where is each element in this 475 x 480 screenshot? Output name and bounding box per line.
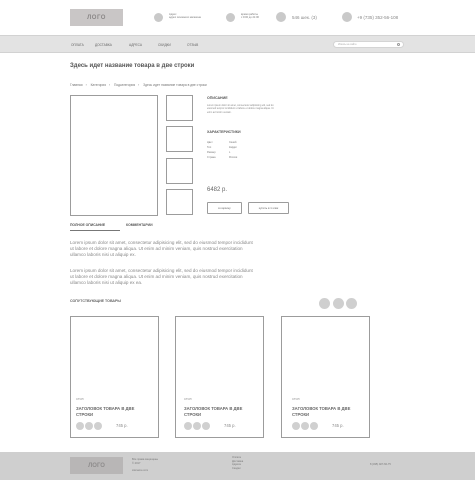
carousel-dot[interactable] <box>319 298 330 309</box>
breadcrumb-category[interactable]: Категория <box>91 83 106 87</box>
color-swatch[interactable] <box>94 422 102 430</box>
description-title: ОПИСАНИЕ <box>207 96 228 100</box>
card-price: 745 р. <box>332 423 344 428</box>
add-to-cart-button[interactable]: в корзину <box>207 202 242 214</box>
product-thumbnail[interactable] <box>166 158 193 184</box>
nav-item-discounts[interactable]: СКИДКИ <box>158 43 171 47</box>
characteristic-row: Страна Россия <box>207 156 237 159</box>
card-price: 745 р. <box>224 423 236 428</box>
product-thumbnail[interactable] <box>166 189 193 215</box>
color-swatch[interactable] <box>202 422 210 430</box>
search-icon[interactable] <box>397 43 400 47</box>
characteristic-value: Кардиг <box>229 146 237 149</box>
description-text: Lorem ipsum dolor sit amet, consectetur … <box>207 104 274 114</box>
nav-item-reviews[interactable]: ОТЗЫВ <box>187 43 198 47</box>
location-icon <box>154 13 163 22</box>
product-card[interactable]: СТИЛ ЗАГОЛОВОК ТОВАРА В ДВЕ СТРОКИ 745 р… <box>175 316 264 438</box>
color-swatch[interactable] <box>301 422 309 430</box>
product-card[interactable]: СТИЛ ЗАГОЛОВОК ТОВАРА В ДВЕ СТРОКИ 745 р… <box>70 316 159 438</box>
active-tab-indicator <box>70 230 120 231</box>
full-description-paragraph: Lorem ipsum dolor sit amet, consectetur … <box>70 240 253 257</box>
cart-summary[interactable]: 546 шек. (3) <box>292 15 317 20</box>
color-swatch[interactable] <box>76 422 84 430</box>
product-thumbnail[interactable] <box>166 95 193 121</box>
search-placeholder: Искать на сайте <box>338 43 357 46</box>
card-title[interactable]: ЗАГОЛОВОК ТОВАРА В ДВЕ СТРОКИ <box>184 406 254 417</box>
color-swatch[interactable] <box>85 422 93 430</box>
cart-icon[interactable] <box>276 12 286 22</box>
characteristic-row: Размер L <box>207 151 230 154</box>
header-address: Адрес адрес основного магазина <box>169 13 201 20</box>
header: ЛОГО Адрес адрес основного магазина врем… <box>0 0 475 35</box>
product-thumbnail[interactable] <box>166 126 193 152</box>
footer-site[interactable]: sitename.com <box>132 469 148 473</box>
main-nav: ОПЛАТА ДОСТАВКА АДРЕСА СКИДКИ ОТЗЫВ Иска… <box>0 35 475 53</box>
address-value: адрес основного магазина <box>169 16 201 20</box>
header-hours: время работы с 9:00 до 21:00 <box>241 13 259 20</box>
characteristic-name: Страна <box>207 156 216 159</box>
nav-item-addresses[interactable]: АДРЕСА <box>129 43 142 47</box>
product-price: 6482 р. <box>207 187 228 193</box>
color-swatch[interactable] <box>193 422 201 430</box>
clock-icon <box>226 13 235 22</box>
full-description-paragraph: Lorem ipsum dolor sit amet, consectetur … <box>70 268 253 285</box>
card-brand: СТИЛ <box>184 397 192 401</box>
color-swatch[interactable] <box>184 422 192 430</box>
color-swatch[interactable] <box>292 422 300 430</box>
card-price: 745 р. <box>116 423 128 428</box>
characteristics-title: ХАРАКТЕРИСТИКИ <box>207 130 241 134</box>
copyright-year: © 2017 <box>132 461 141 465</box>
carousel-dot[interactable] <box>333 298 344 309</box>
characteristic-value: Россия <box>229 156 238 159</box>
logo[interactable]: ЛОГО <box>70 9 123 26</box>
characteristic-name: Размер <box>207 151 216 154</box>
card-title[interactable]: ЗАГОЛОВОК ТОВАРА В ДВЕ СТРОКИ <box>292 406 362 417</box>
characteristic-name: Тип <box>207 146 212 149</box>
footer-phone[interactable]: 8 (495) 927-60-75 <box>370 463 391 467</box>
characteristic-value: L <box>229 151 231 154</box>
breadcrumb-current: Здесь идет название товара в две строки <box>143 83 207 87</box>
breadcrumb: Главная › Категория › Подкатегория › Здесь … <box>70 83 207 87</box>
search-input[interactable]: Искать на сайте <box>333 41 404 48</box>
carousel-dot[interactable] <box>346 298 357 309</box>
footer-logo[interactable]: ЛОГО <box>70 457 123 474</box>
nav-item-payment[interactable]: ОПЛАТА <box>71 43 84 47</box>
card-brand: СТИЛ <box>76 397 84 401</box>
hours-value: с 9:00 до 21:00 <box>241 16 259 20</box>
related-products-title: СОПУТСТВУЮЩИЕ ТОВАРЫ <box>70 299 121 303</box>
footer: ЛОГО Все права защищены © 2017 sitename.… <box>0 452 475 480</box>
product-main-image[interactable] <box>70 95 158 216</box>
card-title[interactable]: ЗАГОЛОВОК ТОВАРА В ДВЕ СТРОКИ <box>76 406 146 417</box>
breadcrumb-subcategory[interactable]: Подкатегория <box>114 83 135 87</box>
card-brand: СТИЛ <box>292 397 300 401</box>
characteristic-name: Цвет <box>207 141 213 144</box>
footer-copyright: Все права защищены © 2017 <box>132 458 158 465</box>
header-phone[interactable]: +9 (735) 352-56-108 <box>357 15 398 20</box>
breadcrumb-home[interactable]: Главная <box>70 83 83 87</box>
footer-links: Оплата Доставка Адреса Скидки <box>232 456 243 470</box>
color-swatch[interactable] <box>310 422 318 430</box>
tab-full-description[interactable]: ПОЛНОЕ ОПИСАНИЕ <box>70 223 105 227</box>
characteristic-value: Синий <box>229 141 237 144</box>
phone-icon <box>342 12 352 22</box>
footer-link-discounts[interactable]: Скидки <box>232 467 243 471</box>
tab-comments[interactable]: КОММЕНТАРИИ <box>126 223 153 227</box>
page-title: Здесь идет название товара в две строки <box>70 63 195 69</box>
characteristic-row: Тип Кардиг <box>207 146 237 149</box>
nav-item-delivery[interactable]: ДОСТАВКА <box>95 43 112 47</box>
buy-one-click-button[interactable]: купить в 1 клик <box>248 202 289 214</box>
characteristic-row: Цвет Синий <box>207 141 236 144</box>
product-card[interactable]: СТИЛ ЗАГОЛОВОК ТОВАРА В ДВЕ СТРОКИ 745 р… <box>281 316 370 438</box>
